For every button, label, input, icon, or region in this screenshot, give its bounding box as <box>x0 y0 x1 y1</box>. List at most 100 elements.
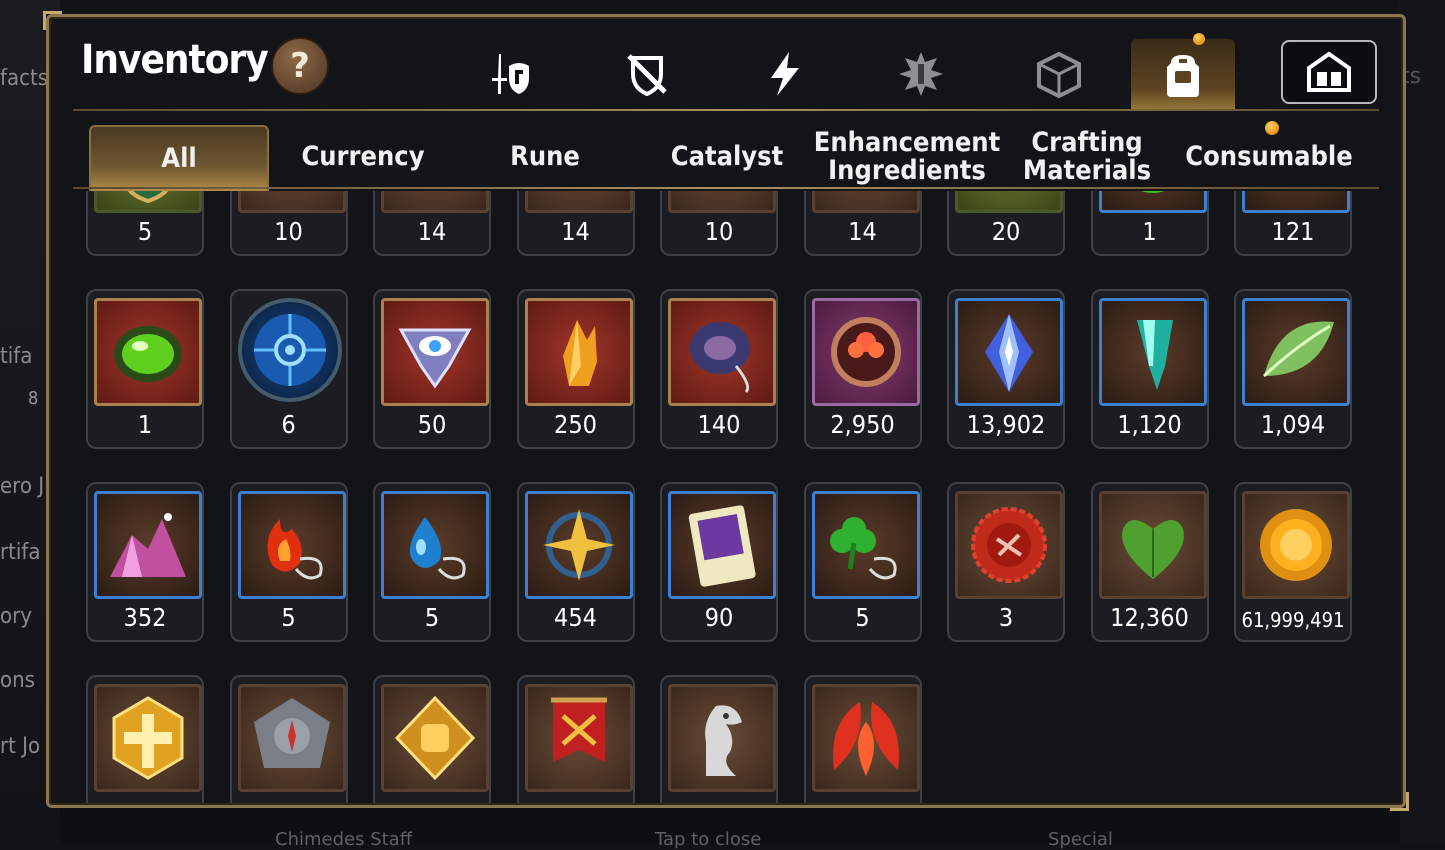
inventory-slot[interactable]: 5 <box>86 191 204 256</box>
inventory-slot[interactable]: 5 <box>229 482 348 642</box>
background-text: Chimedes Staff <box>275 829 413 850</box>
orange-rune-icon <box>389 191 481 205</box>
tab-inventory[interactable] <box>1131 33 1235 111</box>
crest-shield-icon <box>127 191 169 204</box>
item-quantity: 13,902 <box>966 410 1046 439</box>
item-icon-frame <box>955 491 1063 599</box>
tab-artifact[interactable] <box>873 39 969 109</box>
inventory-slot[interactable]: 12,360 <box>1090 482 1209 642</box>
item-quantity: 5 <box>855 603 870 632</box>
inventory-slot[interactable] <box>660 675 778 803</box>
inventory-slot[interactable]: 13,902 <box>947 289 1065 449</box>
inventory-slot[interactable]: 10 <box>660 191 778 256</box>
inventory-slot[interactable]: 14 <box>803 191 922 256</box>
subtab-divider <box>73 187 1379 189</box>
item-icon-frame <box>381 191 489 213</box>
artifact-crest-icon <box>899 52 943 96</box>
inventory-slot[interactable]: 2,950 <box>803 289 922 449</box>
inventory-slot[interactable]: 121 <box>1234 191 1352 256</box>
tab-catalyst[interactable]: Catalyst <box>639 125 815 189</box>
inventory-slot[interactable]: 14 <box>516 191 635 256</box>
item-quantity: 1 <box>137 410 153 439</box>
inventory-slot[interactable]: 90 <box>660 482 778 642</box>
red-leaves-icon <box>832 702 899 776</box>
tab-enhancement-ingredients[interactable]: Enhancement Ingredients <box>814 125 1000 189</box>
inventory-slot[interactable]: 1 <box>86 289 204 449</box>
broken-shield-icon <box>627 54 667 97</box>
background-bottom-strip: Chimedes Staff Tap to close Special <box>60 805 1400 850</box>
inventory-slot[interactable]: 61,999,491 <box>1234 482 1352 642</box>
tab-material-box[interactable] <box>1011 39 1107 109</box>
item-quantity: 61,999,491 <box>1241 608 1345 632</box>
red-seal-icon <box>971 507 1047 583</box>
tab-heroes[interactable] <box>463 39 559 109</box>
green-heart-icon <box>1121 520 1184 579</box>
item-quantity: 90 <box>704 603 734 632</box>
background-text: ons <box>0 668 35 693</box>
inventory-slot[interactable]: 250 <box>516 289 635 449</box>
background-text: Special <box>1048 829 1113 850</box>
green-slime-icon <box>1140 191 1165 193</box>
inventory-slot[interactable] <box>86 675 204 803</box>
water-pendant-icon <box>409 517 466 580</box>
amber-crystal-icon <box>562 320 597 386</box>
fire-pendant-icon <box>267 519 322 580</box>
inventory-slot[interactable]: 1,094 <box>1234 289 1352 449</box>
purple-rune-icon <box>246 191 338 205</box>
help-button[interactable]: ? <box>271 37 329 95</box>
inventory-slot[interactable]: 6 <box>229 289 348 449</box>
tab-all[interactable]: All <box>89 125 269 191</box>
inventory-slot[interactable]: 5 <box>803 482 922 642</box>
item-grid[interactable]: 5 10 14 14 10 14 20 1 121 1 6 50 250 140 2,950 13,902 1,… <box>79 191 1379 803</box>
item-quantity: 454 <box>554 603 597 632</box>
inventory-slot[interactable] <box>516 675 635 803</box>
inventory-slot[interactable]: 14 <box>373 191 491 256</box>
flower-ring-icon <box>830 317 901 387</box>
item-icon-frame <box>668 491 776 599</box>
inventory-slot[interactable]: 352 <box>86 482 204 642</box>
item-icon-frame <box>381 684 489 792</box>
inventory-slot[interactable]: 5 <box>373 482 491 642</box>
item-quantity: 1,120 <box>1117 410 1182 439</box>
item-icon-frame <box>94 684 202 792</box>
leaf-branch-icon <box>1250 191 1342 205</box>
item-quantity: 1 <box>1142 217 1157 246</box>
ring-pendant-icon <box>690 322 750 394</box>
tab-skill[interactable] <box>737 39 833 109</box>
item-quantity: 12,360 <box>1110 603 1189 632</box>
item-quantity: 20 <box>991 217 1021 246</box>
inventory-slot[interactable] <box>803 675 922 803</box>
notification-dot <box>1265 121 1279 135</box>
tab-currency[interactable]: Currency <box>275 125 451 189</box>
inventory-slot[interactable]: 10 <box>229 191 348 256</box>
item-icon-frame <box>524 491 633 599</box>
inventory-slot[interactable]: 454 <box>516 482 635 642</box>
header-divider <box>73 109 1379 111</box>
inventory-slot[interactable]: 140 <box>660 289 778 449</box>
item-icon-frame <box>1098 491 1207 599</box>
background-text: rt Jo <box>0 734 41 759</box>
item-quantity: 250 <box>554 410 597 439</box>
background-text: facts <box>0 66 49 91</box>
clover-pendant-icon <box>829 517 896 580</box>
item-icon-frame <box>1242 191 1350 213</box>
background-text: tifa <box>0 344 33 369</box>
item-quantity: 14 <box>561 217 590 246</box>
cyan-rune-icon <box>533 191 625 205</box>
tab-storage[interactable] <box>1281 40 1377 104</box>
inventory-slot[interactable]: 1,120 <box>1090 289 1209 449</box>
tap-to-close-hint[interactable]: Tap to close <box>655 829 761 850</box>
inventory-slot[interactable]: 20 <box>947 191 1065 256</box>
item-icon-frame <box>524 191 633 213</box>
inventory-slot[interactable]: 50 <box>373 289 491 449</box>
tab-equipment[interactable] <box>599 39 695 109</box>
inventory-slot[interactable]: 1 <box>1090 191 1209 256</box>
inventory-slot[interactable] <box>373 675 491 803</box>
item-quantity: 3 <box>998 603 1014 632</box>
tab-crafting-materials[interactable]: Crafting Materials <box>999 125 1175 189</box>
item-icon-frame <box>668 191 776 213</box>
item-icon-frame <box>811 684 920 792</box>
tab-rune[interactable]: Rune <box>457 125 633 189</box>
inventory-slot[interactable] <box>229 675 348 803</box>
inventory-slot[interactable]: 3 <box>947 482 1065 642</box>
